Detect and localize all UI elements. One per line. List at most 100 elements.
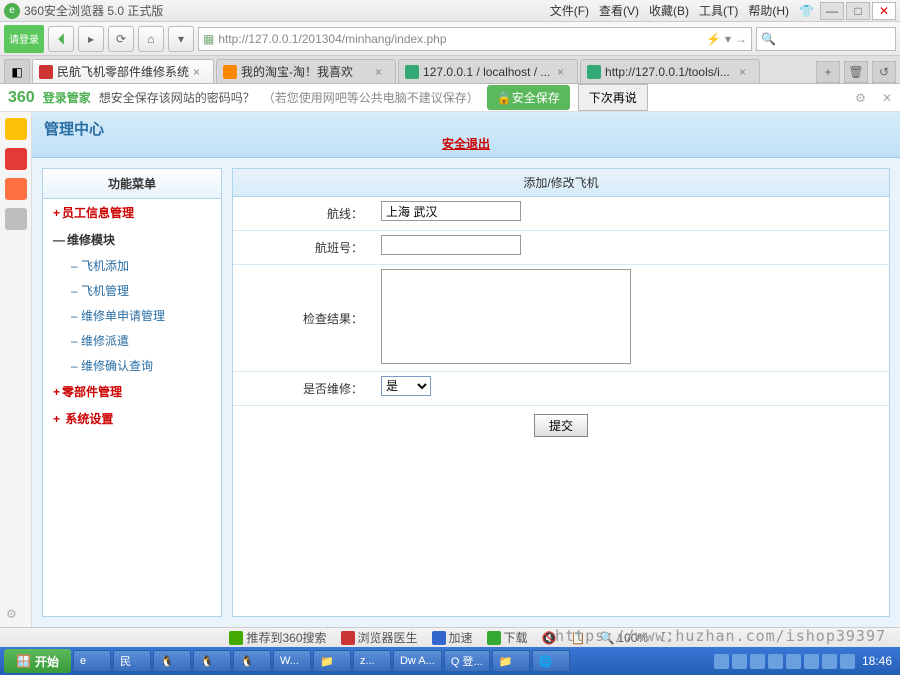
dropdown-icon[interactable]: ▾ <box>725 32 731 46</box>
clock[interactable]: 18:46 <box>862 654 892 668</box>
menu-repair[interactable]: —维修模块 <box>43 226 221 253</box>
flight-label: 航班号： <box>233 231 373 264</box>
minimize-button[interactable]: — <box>820 2 844 20</box>
tab-close-icon[interactable]: × <box>557 65 571 79</box>
restore-button[interactable]: ↺ <box>872 61 896 83</box>
repair-label: 是否维修： <box>233 372 373 405</box>
page-content: 管理中心 安全退出 功能菜单 +员工信息管理 —维修模块 飞机添加 飞机管理 维… <box>32 112 900 627</box>
check-label: 检查结果： <box>233 265 373 371</box>
route-input[interactable] <box>381 201 521 221</box>
repair-select[interactable]: 是 <box>381 376 431 396</box>
task-qq[interactable]: Q 登... <box>444 650 490 672</box>
submit-button[interactable]: 提交 <box>534 414 588 437</box>
tshirt-icon[interactable]: 👕 <box>799 4 814 18</box>
settings-icon[interactable]: ⚙ <box>6 607 17 621</box>
tab-favicon <box>39 65 53 79</box>
close-button[interactable]: ✕ <box>872 2 896 20</box>
check-textarea[interactable] <box>381 269 631 364</box>
side-icon-4[interactable] <box>5 208 27 230</box>
dropdown-button[interactable]: ▾ <box>168 26 194 52</box>
resize-icon[interactable]: ⛶ <box>662 630 670 645</box>
popup-icon[interactable]: 📋 <box>571 631 586 645</box>
form-panel: 添加/修改飞机 航线： 航班号： 检查结果： 是否维修： 是 提交 <box>232 168 890 617</box>
flight-input[interactable] <box>381 235 521 255</box>
favorites-icon[interactable] <box>5 118 27 140</box>
refresh-button[interactable]: ⟳ <box>108 26 134 52</box>
menu-manage-plane[interactable]: 飞机管理 <box>43 278 221 303</box>
tray-icon[interactable] <box>840 654 855 669</box>
menu-favorites[interactable]: 收藏(B) <box>649 2 689 19</box>
tab-4[interactable]: http://127.0.0.1/tools/i... × <box>580 59 760 83</box>
save-password-button[interactable]: 🔒安全保存 <box>487 85 570 110</box>
tray-icon[interactable] <box>786 654 801 669</box>
zoom-level[interactable]: 🔍100% <box>599 631 648 645</box>
task-ie[interactable]: e <box>73 650 111 672</box>
tray-icon[interactable] <box>732 654 747 669</box>
gear-icon[interactable]: ⚙ <box>855 91 866 105</box>
accelerate[interactable]: 加速 <box>432 629 473 646</box>
menu-staff[interactable]: +员工信息管理 <box>43 199 221 226</box>
tab-favicon <box>223 65 237 79</box>
tab-close-icon[interactable]: × <box>739 65 753 79</box>
logout-link[interactable]: 安全退出 <box>442 137 490 151</box>
task-12[interactable]: 🌐 <box>532 650 570 672</box>
go-button[interactable]: → <box>735 32 747 46</box>
tray-icon[interactable] <box>768 654 783 669</box>
tray-icon[interactable] <box>822 654 837 669</box>
task-5[interactable]: 🐧 <box>233 650 271 672</box>
task-3[interactable]: 🐧 <box>153 650 191 672</box>
menu-settings[interactable]: + 系统设置 <box>43 405 221 432</box>
weibo-icon[interactable] <box>5 178 27 200</box>
task-app[interactable]: 民 <box>113 650 151 672</box>
task-z[interactable]: z... <box>353 650 391 672</box>
menu-help[interactable]: 帮助(H) <box>748 2 789 19</box>
task-word[interactable]: W... <box>273 650 311 672</box>
url-input[interactable] <box>218 32 702 46</box>
menu-parts[interactable]: +零部件管理 <box>43 378 221 405</box>
search-bar[interactable]: 🔍 <box>756 27 896 51</box>
task-7[interactable]: 📁 <box>313 650 351 672</box>
window-title: 360安全浏览器 5.0 正式版 <box>24 2 550 19</box>
download[interactable]: 下载 <box>487 629 528 646</box>
side-icon-2[interactable] <box>5 148 27 170</box>
task-4[interactable]: 🐧 <box>193 650 231 672</box>
task-11[interactable]: 📁 <box>492 650 530 672</box>
address-bar[interactable]: ▦ ⚡ ▾ → <box>198 27 752 51</box>
mute-icon[interactable]: 🔇 <box>542 631 557 645</box>
tray-icon[interactable] <box>714 654 729 669</box>
tab-close-icon[interactable]: × <box>193 65 207 79</box>
back-button[interactable] <box>48 26 74 52</box>
menu-title: 功能菜单 <box>43 169 221 199</box>
browser-statusbar: 推荐到360搜索 浏览器医生 加速 下载 🔇 📋 🔍100% ⛶ <box>0 627 900 647</box>
task-dw[interactable]: Dw A... <box>393 650 442 672</box>
login-box[interactable]: 请登录 <box>4 25 44 53</box>
start-button[interactable]: 🪟开始 <box>4 649 71 673</box>
tab-close-icon[interactable]: × <box>375 65 389 79</box>
menu-file[interactable]: 文件(F) <box>550 2 589 19</box>
maximize-button[interactable]: □ <box>846 2 870 20</box>
home-button[interactable]: ⌂ <box>138 26 164 52</box>
menu-repair-dispatch[interactable]: 维修派遣 <box>43 328 221 353</box>
new-tab-button[interactable]: + <box>816 61 840 83</box>
menu-add-plane[interactable]: 飞机添加 <box>43 253 221 278</box>
menu-tools[interactable]: 工具(T) <box>699 2 738 19</box>
later-button[interactable]: 下次再说 <box>578 84 648 111</box>
menu-repair-apply[interactable]: 维修单申请管理 <box>43 303 221 328</box>
tray-icon[interactable] <box>804 654 819 669</box>
favorites-sidebar-button[interactable]: ◧ <box>4 59 30 83</box>
tab-3[interactable]: 127.0.0.1 / localhost / ... × <box>398 59 578 83</box>
password-save-bar: 360 登录管家 想安全保存该网站的密码吗？ （若您使用网吧等公共电脑不建议保存… <box>0 84 900 112</box>
menu-view[interactable]: 查看(V) <box>599 2 639 19</box>
browser-sidebar <box>0 112 32 627</box>
forward-button[interactable]: ▸ <box>78 26 104 52</box>
tab-1[interactable]: 民航飞机零部件维修系统 × <box>32 59 214 83</box>
menu-repair-confirm[interactable]: 维修确认查询 <box>43 353 221 378</box>
infobar-close-icon[interactable]: ✕ <box>882 91 892 105</box>
tab-2[interactable]: 我的淘宝-淘！我喜欢 × <box>216 59 396 83</box>
tab-favicon <box>587 65 601 79</box>
tray-icon[interactable] <box>750 654 765 669</box>
compat-icon[interactable]: ⚡ <box>706 32 721 46</box>
browser-doctor[interactable]: 浏览器医生 <box>341 629 418 646</box>
trash-button[interactable]: 🗑 <box>844 61 868 83</box>
recommend-search[interactable]: 推荐到360搜索 <box>229 629 326 646</box>
